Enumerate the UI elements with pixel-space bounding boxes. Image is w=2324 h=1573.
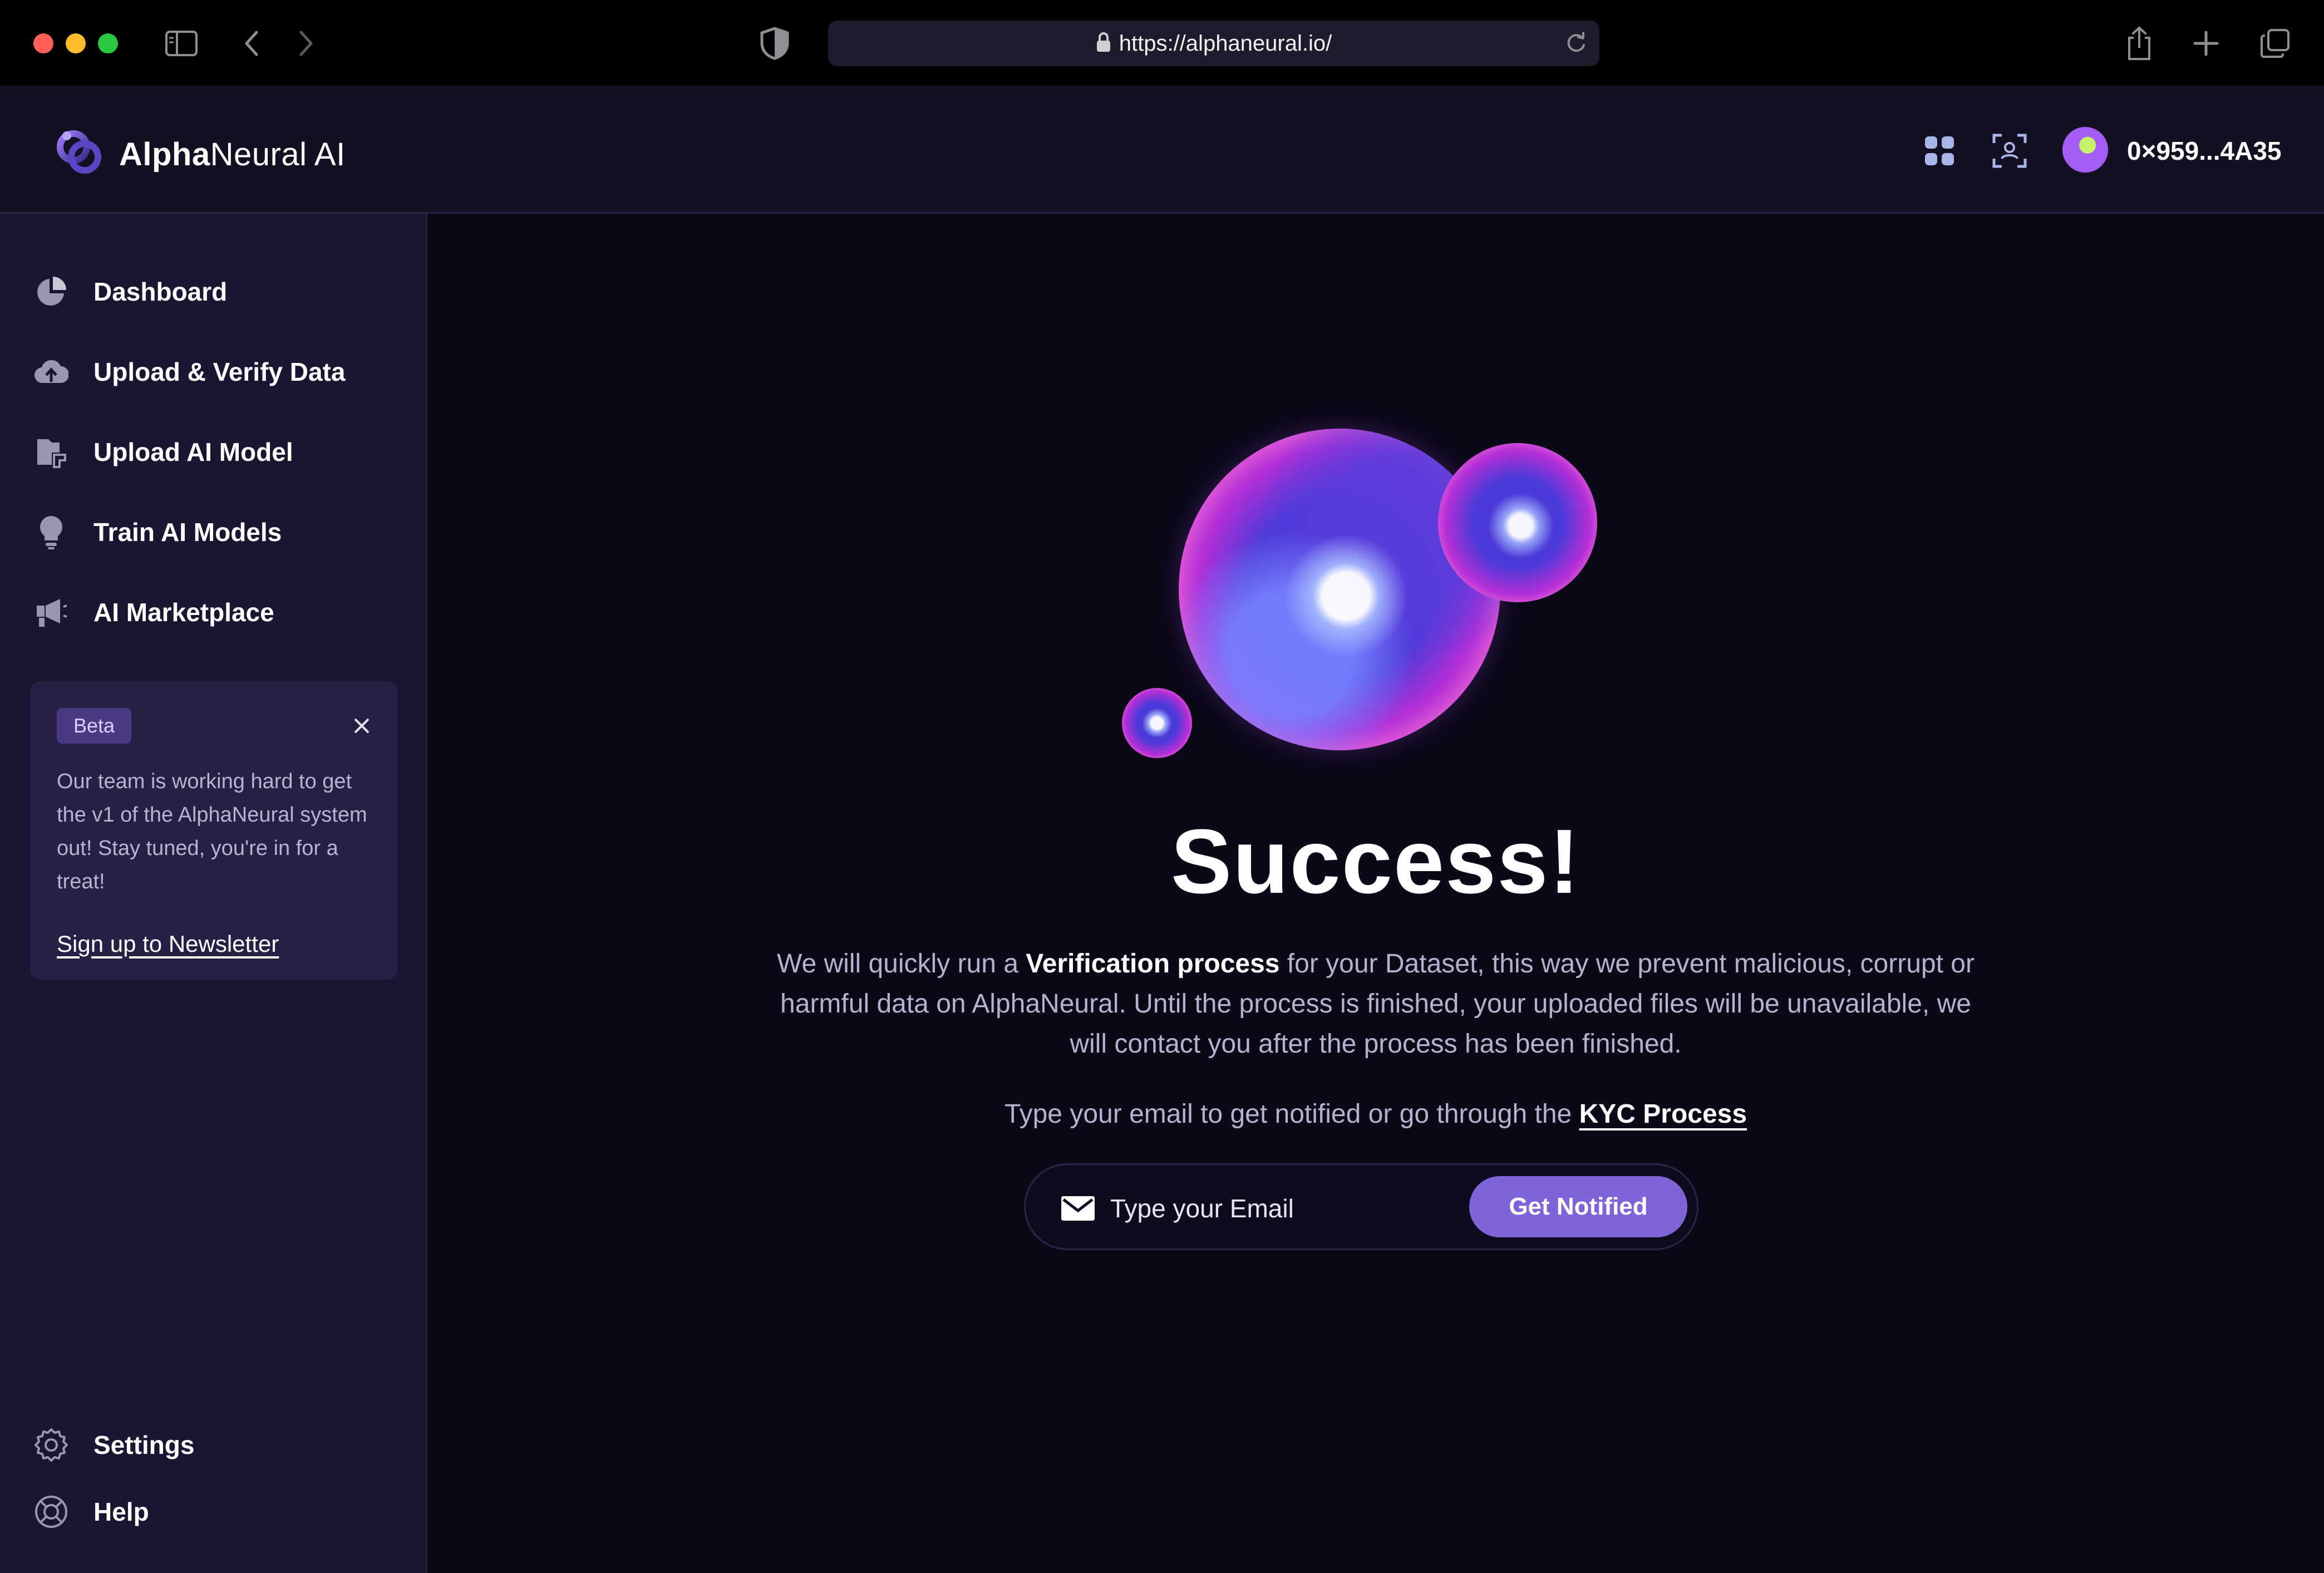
maximize-window-button[interactable] xyxy=(98,33,118,53)
newsletter-link[interactable]: Sign up to Newsletter xyxy=(57,931,279,957)
sidebar-item-label: Upload & Verify Data xyxy=(93,357,346,386)
model-upload-icon xyxy=(33,434,69,470)
sidebar-item-settings[interactable]: Settings xyxy=(33,1423,412,1467)
minimize-window-button[interactable] xyxy=(66,33,86,53)
email-input[interactable] xyxy=(1109,1186,1365,1231)
wallet-avatar[interactable] xyxy=(2062,127,2108,173)
page-title: Success! xyxy=(1170,810,1581,912)
main-content: Success! We will quickly run a Verificat… xyxy=(427,214,2324,1573)
close-window-button[interactable] xyxy=(33,33,53,53)
privacy-shield-icon[interactable] xyxy=(754,22,796,65)
sidebar-item-label: AI Marketplace xyxy=(93,598,274,627)
apps-grid-icon[interactable] xyxy=(1917,128,1962,174)
sidebar-item-upload-verify[interactable]: Upload & Verify Data xyxy=(33,350,412,394)
lifebuoy-icon xyxy=(33,1494,69,1530)
success-bubble-small xyxy=(1122,688,1192,758)
app-header: AlphaNeural AI 0×959...4A35 xyxy=(0,86,2324,214)
mail-icon xyxy=(1061,1192,1095,1225)
wallet-address[interactable]: 0×959...4A35 xyxy=(2127,136,2282,166)
sidebar-item-label: Help xyxy=(93,1497,149,1526)
success-bubble-medium xyxy=(1438,443,1597,602)
email-signup-form: Get Notified xyxy=(1024,1163,1698,1250)
megaphone-icon xyxy=(33,594,69,630)
new-tab-icon[interactable] xyxy=(2185,22,2227,65)
verification-description: We will quickly run a Verification proce… xyxy=(777,949,1975,1059)
sidebar-item-label: Train AI Models xyxy=(93,518,282,547)
cloud-upload-icon xyxy=(33,354,69,390)
lock-icon xyxy=(1096,32,1111,56)
browser-toolbar: https://alphaneural.io/ xyxy=(0,0,2324,86)
close-icon[interactable] xyxy=(346,710,377,741)
forward-icon[interactable] xyxy=(285,22,327,65)
pie-chart-icon xyxy=(33,274,69,309)
get-notified-button[interactable]: Get Notified xyxy=(1469,1176,1687,1237)
gear-icon xyxy=(33,1427,69,1463)
sidebar-toggle-icon[interactable] xyxy=(160,22,203,65)
beta-card: Beta Our team is working hard to get the… xyxy=(30,681,397,980)
reload-icon[interactable] xyxy=(1564,31,1588,58)
sidebar-item-dashboard[interactable]: Dashboard xyxy=(33,269,412,314)
face-scan-icon[interactable] xyxy=(1987,128,2032,174)
back-icon[interactable] xyxy=(230,22,273,65)
sidebar-item-marketplace[interactable]: AI Marketplace xyxy=(33,590,412,635)
tab-overview-icon[interactable] xyxy=(2254,22,2296,65)
beta-badge: Beta xyxy=(57,708,132,744)
alphaneural-logo-icon[interactable] xyxy=(51,124,107,179)
beta-message: Our team is working hard to get the v1 o… xyxy=(57,770,367,893)
sidebar-item-help[interactable]: Help xyxy=(33,1490,412,1534)
sidebar-item-upload-model[interactable]: Upload AI Model xyxy=(33,430,412,474)
sidebar: Dashboard Upload & Verify Data Upload AI… xyxy=(0,214,427,1573)
url-text: https://alphaneural.io/ xyxy=(1119,31,1332,56)
address-bar[interactable]: https://alphaneural.io/ xyxy=(828,21,1599,66)
sidebar-item-label: Upload AI Model xyxy=(93,438,293,466)
brand-name: AlphaNeural AI xyxy=(119,136,346,173)
kyc-process-link[interactable]: KYC Process xyxy=(1579,1099,1747,1129)
share-icon[interactable] xyxy=(2118,22,2160,65)
sidebar-item-train-models[interactable]: Train AI Models xyxy=(33,510,412,554)
kyc-prompt: Type your email to get notified or go th… xyxy=(1004,1099,1747,1129)
lightbulb-icon xyxy=(33,514,69,550)
sidebar-item-label: Settings xyxy=(93,1431,195,1459)
sidebar-item-label: Dashboard xyxy=(93,277,228,306)
